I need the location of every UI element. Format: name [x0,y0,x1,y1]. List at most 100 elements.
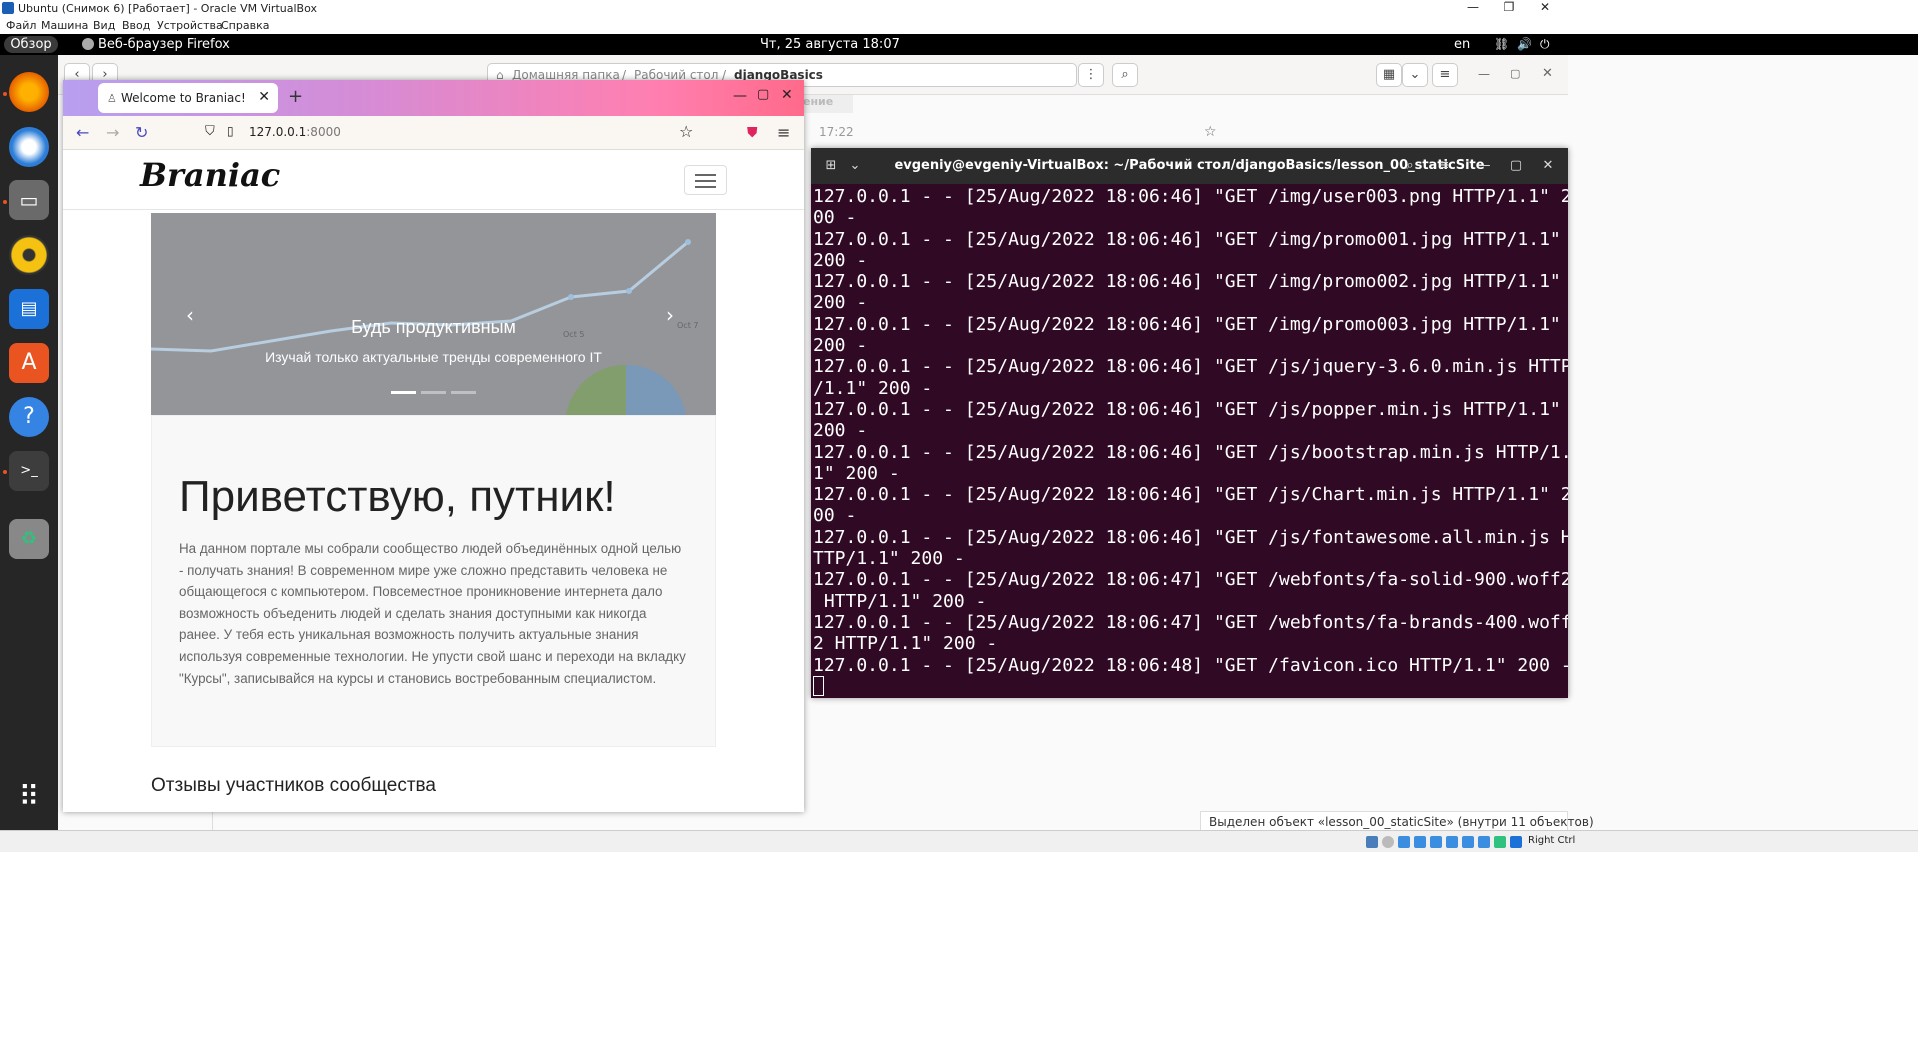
terminal-output[interactable]: 127.0.0.1 - - [25/Aug/2022 18:06:46] "GE… [813,186,1568,697]
shared-folder-icon[interactable] [1446,836,1458,848]
activities-button[interactable]: Обзор [4,36,58,53]
url-host: 127.0.0.1 [249,125,307,139]
network-icon[interactable]: ⛓ [1494,37,1509,51]
carousel-indicator-1[interactable] [391,391,416,394]
terminal-line: 127.0.0.1 - - [25/Aug/2022 18:06:46] "GE… [813,526,1568,548]
search-icon[interactable]: ⌕ [1398,154,1422,178]
tab-braniac[interactable]: ♙ Welcome to Braniac! ✕ [98,83,278,113]
dock: ▭ ▤ A ? >_ ♻ ⠿ [0,55,58,830]
terminal-window[interactable]: ⊞ ⌄ evgeniy@evgeniy-VirtualBox: ~/Рабочи… [811,148,1568,698]
power-icon[interactable]: ⏻ [1540,37,1550,52]
maximize-icon[interactable]: ▢ [1504,154,1528,178]
terminal-line: 1" 200 - [813,462,900,484]
network-adapter-icon[interactable] [1414,836,1426,848]
software-icon[interactable]: A [9,343,49,383]
back-icon[interactable]: ← [76,123,89,142]
navbar-toggler-button[interactable] [684,165,727,195]
audio-icon[interactable] [1398,836,1410,848]
search-icon[interactable]: ⌕ [1112,63,1138,87]
recording-icon[interactable] [1478,836,1490,848]
firefox-tabbar: ♙ Welcome to Braniac! ✕ + — ▢ ✕ [63,80,804,116]
menu-help[interactable]: Справка [221,19,269,32]
thunderbird-icon[interactable] [9,127,49,167]
app-menu-icon[interactable]: ≡ [777,123,790,142]
mouse-integration-icon[interactable] [1510,836,1522,848]
view-grid-icon[interactable]: ▦ [1376,63,1402,87]
carousel-indicator-2[interactable] [421,391,446,394]
close-tab-icon[interactable]: ✕ [258,89,270,105]
site-brand-logo[interactable]: Braniac [140,156,280,194]
clock[interactable]: Чт, 25 августа 18:07 [760,37,900,52]
menu-file[interactable]: Файл [6,19,36,32]
terminal-icon[interactable]: >_ [9,451,49,491]
firefox-app-icon [82,38,94,50]
menu-machine[interactable]: Машина [41,19,88,32]
bg-partial-tab: ение [803,95,853,113]
hamburger-icon[interactable]: ≡ [1432,154,1456,178]
hamburger-icon[interactable]: ≡ [1432,63,1458,87]
minimize-icon[interactable]: — [733,88,747,104]
firefox-navbar: ← → ↻ ⛉ ▯ 127.0.0.1:8000 ☆ ⛊ ≡ [63,116,804,150]
carousel-indicator-3[interactable] [451,391,476,394]
files-icon[interactable]: ▭ [9,180,49,220]
running-indicator [3,470,7,474]
jumbotron-heading: Приветствую, путник! [179,472,616,521]
close-icon[interactable]: ✕ [1536,154,1560,178]
maximize-icon[interactable]: ▢ [1510,67,1520,80]
usb-icon[interactable] [1430,836,1442,848]
terminal-line: 127.0.0.1 - - [25/Aug/2022 18:06:46] "GE… [813,398,1561,420]
promo-carousel: Oct 5 Oct 7 ‹ › Будь продуктивным Изучай… [151,213,716,415]
close-icon[interactable]: ✕ [1522,0,1568,17]
toggler-line [695,180,716,182]
menu-view[interactable]: Вид [93,19,115,32]
terminal-line: 00 - [813,505,857,527]
keyboard-layout[interactable]: en [1454,37,1470,52]
host-background [0,852,1918,1042]
carousel-caption-text: Изучай только актуальные тренды современ… [265,349,602,365]
chevron-down-icon[interactable]: ⌄ [1402,63,1428,87]
minimize-icon[interactable]: — [1478,67,1490,81]
forward-icon[interactable]: → [106,123,119,142]
terminal-line: 127.0.0.1 - - [25/Aug/2022 18:06:48] "GE… [813,654,1568,676]
help-icon[interactable]: ? [9,397,49,437]
menu-input[interactable]: Ввод [122,19,150,32]
page-info-icon[interactable]: ▯ [227,124,234,138]
site-navbar: Braniac [63,150,804,210]
hdd-icon[interactable] [1366,836,1378,848]
trash-icon[interactable]: ♻ [9,519,49,559]
rhythmbox-icon[interactable] [9,235,49,275]
volume-icon[interactable]: 🔊 [1517,37,1532,51]
cpu-icon[interactable] [1494,836,1506,848]
terminal-line: 200 - [813,249,868,271]
new-tab-icon[interactable]: + [288,86,303,107]
terminal-line: 127.0.0.1 - - [25/Aug/2022 18:06:47] "GE… [813,569,1568,591]
carousel-caption-title: Будь продуктивным [351,317,516,337]
menu-devices[interactable]: Устройства [157,19,223,32]
firefox-icon[interactable] [9,72,49,112]
optical-drive-icon[interactable] [1382,836,1394,848]
terminal-line: 127.0.0.1 - - [25/Aug/2022 18:06:47] "GE… [813,611,1568,633]
apps-grid-icon[interactable]: ⠿ [9,777,49,817]
toggler-line [695,174,716,176]
tab-title: Welcome to Braniac! [121,91,246,105]
menu-dots-icon[interactable]: ⋮ [1078,63,1104,87]
reload-icon[interactable]: ↻ [135,123,148,142]
writer-icon[interactable]: ▤ [9,289,49,329]
terminal-line: 200 - [813,335,868,357]
pocket-icon[interactable]: ⛊ [747,125,758,141]
close-icon[interactable]: ✕ [1542,66,1553,81]
terminal-line: 00 - [813,207,857,229]
terminal-line: 200 - [813,420,868,442]
url-bar[interactable]: ⛉ ▯ 127.0.0.1:8000 ☆ [193,120,703,146]
display-icon[interactable] [1462,836,1474,848]
minimize-icon[interactable]: — [1472,154,1496,178]
maximize-icon[interactable]: ▢ [757,87,769,102]
terminal-headerbar: ⊞ ⌄ evgeniy@evgeniy-VirtualBox: ~/Рабочи… [811,148,1568,184]
terminal-line: 127.0.0.1 - - [25/Aug/2022 18:06:46] "GE… [813,313,1561,335]
shield-icon[interactable]: ⛉ [205,124,215,139]
url-port: :8000 [306,125,341,139]
active-app-menu[interactable]: Веб-браузер Firefox [98,37,230,52]
close-icon[interactable]: ✕ [781,87,793,103]
bookmark-star-icon[interactable]: ☆ [679,122,693,141]
terminal-line: 200 - [813,292,868,314]
